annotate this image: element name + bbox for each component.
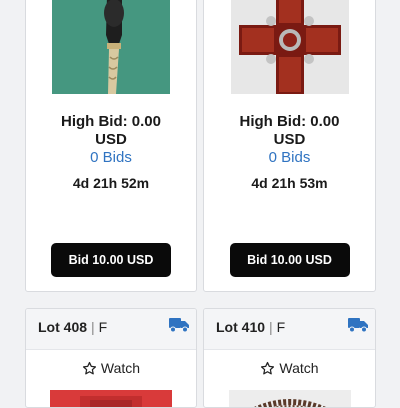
watch-label: Watch — [279, 360, 319, 376]
watch-button[interactable]: Watch — [26, 359, 196, 377]
truck-icon — [169, 318, 189, 332]
bids-count-link[interactable]: 0 Bids — [26, 149, 196, 167]
lot-number: Lot 410 — [216, 319, 266, 335]
star-icon — [261, 361, 275, 375]
watch-button[interactable]: Watch — [204, 359, 375, 377]
lot-card: High Bid: 0.00 USD 0 Bids 4d 21h 53m Bid… — [203, 0, 376, 292]
lot-header: Lot 408 | F — [26, 309, 196, 350]
lot-image-red[interactable] — [50, 390, 172, 407]
lot-tag: F — [98, 319, 108, 335]
star-icon — [82, 361, 96, 375]
bid-button[interactable]: Bid 10.00 USD — [229, 243, 350, 277]
time-left: 4d 21h 52m — [72, 175, 150, 191]
lot-number: Lot 408 — [38, 319, 88, 335]
lot-image-cane[interactable] — [52, 0, 170, 94]
currency-label: USD — [273, 131, 306, 148]
time-left: 4d 21h 53m — [251, 175, 328, 191]
currency-label: USD — [95, 131, 127, 148]
lot-card: Lot 408 | F Watch — [25, 308, 197, 408]
bids-count-link[interactable]: 0 Bids — [204, 149, 375, 167]
high-bid-label: High Bid: 0.00 — [239, 113, 340, 130]
lot-separator: | — [91, 319, 95, 335]
lot-image-cross[interactable] — [230, 0, 349, 94]
lot-card: High Bid: 0.00 USD 0 Bids 4d 21h 52m Bid… — [25, 0, 197, 292]
bid-button[interactable]: Bid 10.00 USD — [51, 243, 171, 277]
lot-separator: | — [269, 319, 273, 335]
lot-card: Lot 410 | F Watch — [203, 308, 376, 408]
high-bid-label: High Bid: 0.00 — [60, 113, 161, 130]
watch-label: Watch — [100, 360, 141, 376]
lot-header: Lot 410 | F — [204, 309, 375, 350]
lot-tag: F — [276, 319, 286, 335]
truck-icon — [348, 318, 368, 332]
lot-image-necklace[interactable] — [228, 390, 351, 407]
lot-title[interactable]: Lot 408 | F — [38, 318, 107, 336]
lot-title[interactable]: Lot 410 | F — [216, 318, 285, 336]
